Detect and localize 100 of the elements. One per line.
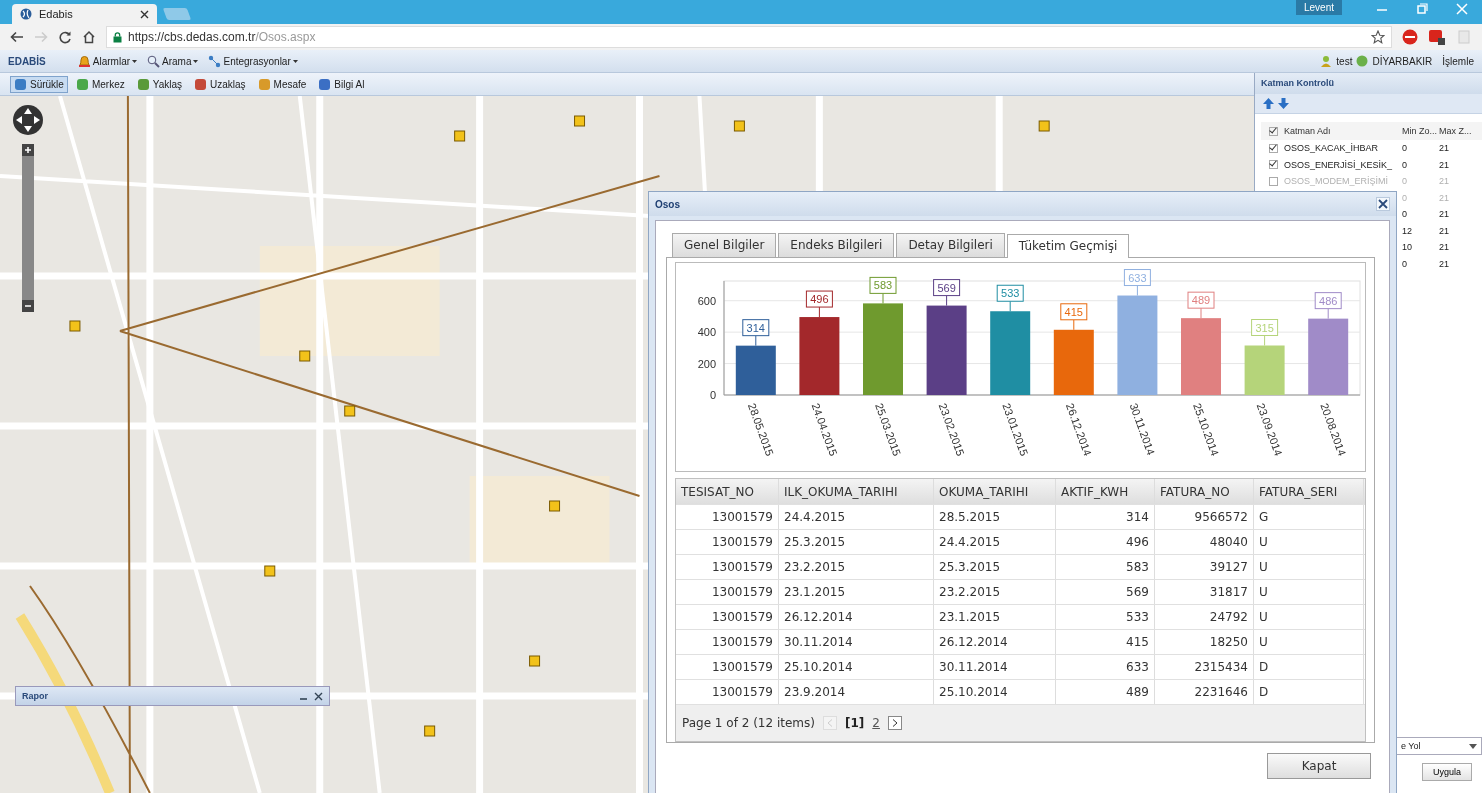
bell-icon [77,54,91,68]
tab[interactable]: Genel Bilgiler [672,233,777,257]
data-label: 415 [1064,305,1083,318]
tool-icon [194,77,207,91]
table-cell: 25.3.2015 [934,555,1056,579]
tab[interactable]: Detay Bilgileri [896,233,1005,257]
toolbar-button[interactable]: Yaklaş [132,75,186,93]
restore-icon[interactable] [1416,3,1428,15]
table-cell-text: 0 [1402,143,1408,154]
value-label: 533 [996,284,1024,312]
marker-icon[interactable] [549,500,561,512]
home-icon[interactable] [82,30,96,44]
table-cell: 28.5.2015 [934,505,1056,529]
checkbox[interactable] [1269,160,1278,170]
table-cell-text: 21 [1439,159,1450,170]
toolbar-button[interactable]: Merkez [71,75,129,93]
reload-icon[interactable] [58,30,72,44]
marker-icon[interactable] [1038,120,1050,132]
column-header[interactable]: AKTIF_KWH [1056,479,1155,504]
chart-bar[interactable] [799,317,840,395]
stop-sign-icon[interactable] [1402,29,1418,45]
marker-icon[interactable] [574,115,586,127]
marker-icon[interactable] [264,565,276,577]
value-label: 496 [805,290,833,318]
checkbox[interactable] [1269,126,1278,136]
toolbar-button[interactable]: Sürükle [10,75,68,93]
column-header[interactable]: Max Z... [1439,126,1476,136]
zoom-control-drawing[interactable] [12,104,44,314]
close-icon[interactable] [314,691,323,701]
value-label: 415 [1060,303,1088,331]
column-header[interactable]: FATURA_NO [1155,479,1254,504]
checkbox[interactable] [1269,143,1278,153]
data-label: 583 [873,279,893,292]
table-cell: 415 [1056,630,1155,654]
next-page-button[interactable] [887,716,902,730]
marker-icon[interactable] [454,130,466,142]
table-cell: 533 [1056,605,1155,629]
table-cell: 18250 [1155,630,1254,654]
toolbar-button[interactable]: Uzaklaş [190,75,250,93]
apply-button[interactable]: Uygula [1422,763,1472,781]
table-cell: 30.11.2014 [934,655,1056,679]
dialog-title: Osos [655,198,680,210]
chart-bar[interactable] [926,305,967,395]
table-cell: 489 [1056,680,1155,704]
layer-name: OSOS_ENERJİSİ_KESİK_ [1284,159,1393,170]
table-cell-text: 0 [1402,258,1408,269]
menu-item[interactable]: Arama [147,54,199,68]
menu-item[interactable]: Entegrasyonlar [208,54,298,68]
table-cell: 569 [1056,580,1155,604]
marker-icon[interactable] [69,320,81,332]
column-header[interactable]: FATURA_SERI [1254,479,1364,504]
value-label: 569 [933,279,961,307]
chart-bar[interactable] [1308,318,1349,395]
address-bar[interactable]: https://cbs.dedas.com.tr/Osos.aspx [106,26,1392,48]
column-header[interactable]: Katman Adı [1284,126,1402,136]
caret-icon [1469,743,1477,749]
tab[interactable]: Endeks Bilgileri [778,233,895,257]
route-dropdown[interactable]: e Yol [1396,737,1482,755]
marker-icon[interactable] [424,725,436,737]
globe-icon [20,8,32,20]
toolbar-button[interactable]: Bilgi Al [314,75,369,93]
axis-tick-label: 600 [697,294,716,307]
column-header[interactable]: OKUMA_TARIHI [934,479,1056,504]
marker-icon[interactable] [299,350,311,362]
browser-tab[interactable]: Edabis [12,4,157,24]
marker-icon[interactable] [529,655,541,667]
user-icon [1320,55,1333,67]
axis-tick-label: 400 [697,326,716,339]
app-brand[interactable]: EDABİS [8,55,46,67]
menu-item[interactable]: Alarmlar [77,54,138,68]
marker-icon[interactable] [344,405,356,417]
table-cell-text: 21 [1439,242,1450,253]
arrow-up-icon[interactable] [1263,98,1274,109]
chart-bar[interactable] [735,345,776,395]
table-cell: 25.3.2015 [779,530,934,554]
actions-menu[interactable]: İşlemle [1442,55,1474,67]
back-icon[interactable] [10,30,24,44]
toolbar-button[interactable]: Mesafe [253,75,311,93]
chart-bar[interactable] [990,311,1031,395]
panel-title: Rapor [22,691,48,701]
extension-icon[interactable] [1428,28,1446,46]
marker-icon[interactable] [733,120,745,132]
profile-badge[interactable]: Levent [1295,0,1342,15]
close-button[interactable]: Kapat [1267,753,1371,779]
table-cell-text: 21 [1439,225,1450,236]
close-icon[interactable] [140,9,149,19]
table-cell: 583 [1056,555,1155,579]
tab[interactable]: Tüketim Geçmişi [1006,234,1130,258]
column-header[interactable]: ILK_OKUMA_TARIHI [779,479,934,504]
chart-bar[interactable] [1053,329,1094,395]
data-label: 633 [1128,271,1147,284]
axis-tick-label: 0 [709,389,716,401]
star-icon[interactable] [1371,30,1385,44]
checkbox[interactable] [1269,176,1278,186]
page-link[interactable]: 2 [872,716,880,730]
table-cell: 39127 [1155,555,1254,579]
column-header[interactable]: TESISAT_NO [676,479,779,504]
column-header[interactable]: Min Zo... [1402,126,1439,136]
arrow-down-icon[interactable] [1278,98,1289,109]
page-link[interactable]: [1] [844,716,865,730]
